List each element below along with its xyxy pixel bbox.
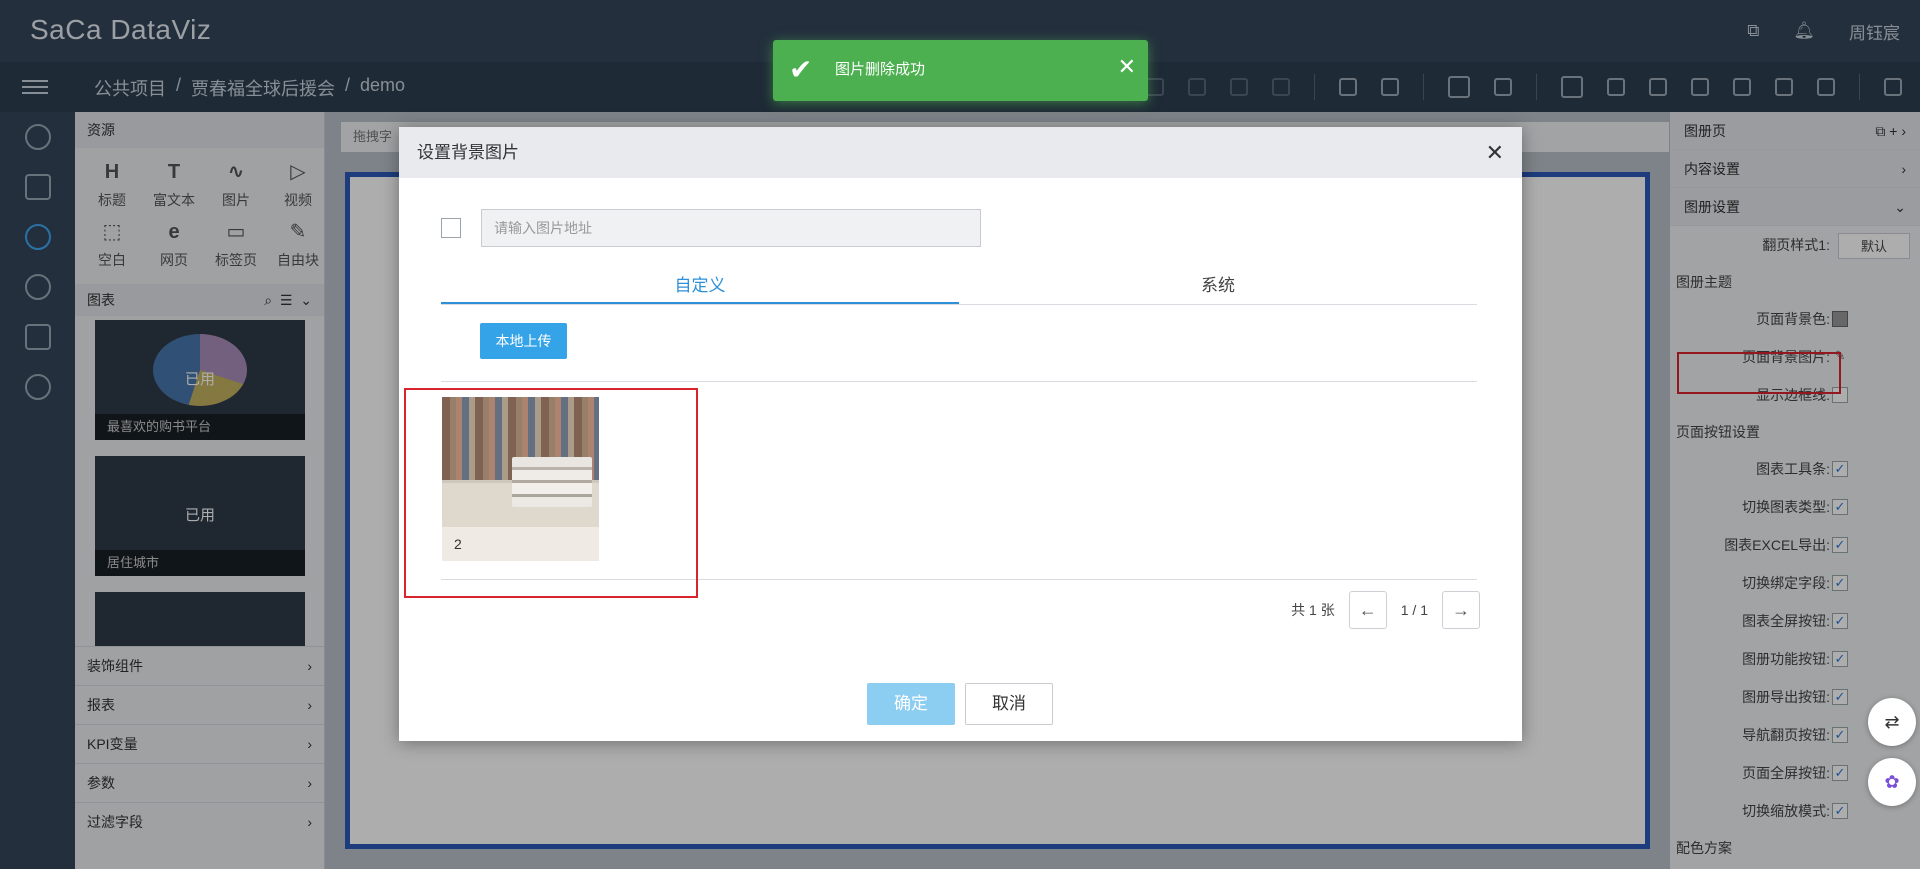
- check-icon: ✔: [789, 54, 813, 85]
- url-input[interactable]: 请输入图片地址: [481, 209, 981, 247]
- image-source-tabs: 自定义 系统: [441, 267, 1477, 305]
- tab-custom[interactable]: 自定义: [441, 267, 959, 304]
- dialog-header: 设置背景图片 ✕: [399, 127, 1522, 178]
- url-checkbox[interactable]: [441, 218, 461, 238]
- assistant-icon[interactable]: ✿: [1868, 758, 1916, 806]
- cancel-button[interactable]: 取消: [965, 683, 1053, 725]
- prev-page-button[interactable]: ←: [1348, 591, 1387, 629]
- total-count: 共 1 张: [1291, 602, 1335, 618]
- next-page-button[interactable]: →: [1442, 591, 1480, 629]
- pagination: 共 1 张 ← 1 / 1 →: [1291, 591, 1480, 629]
- page-indicator: 1 / 1: [1400, 602, 1428, 618]
- dialog-title: 设置背景图片: [417, 143, 519, 162]
- tab-system[interactable]: 系统: [959, 267, 1477, 304]
- toast-message: 图片删除成功: [835, 61, 926, 78]
- close-icon[interactable]: ✕: [1118, 54, 1136, 80]
- translate-icon[interactable]: ⇄: [1868, 698, 1916, 746]
- url-row: 请输入图片地址: [441, 209, 981, 247]
- divider: [441, 381, 1477, 382]
- local-upload-button[interactable]: 本地上传: [480, 323, 567, 359]
- highlight-box: [404, 388, 698, 598]
- confirm-button[interactable]: 确定: [867, 683, 955, 725]
- close-icon[interactable]: ✕: [1486, 127, 1504, 178]
- success-toast: ✔ 图片删除成功 ✕: [773, 40, 1148, 101]
